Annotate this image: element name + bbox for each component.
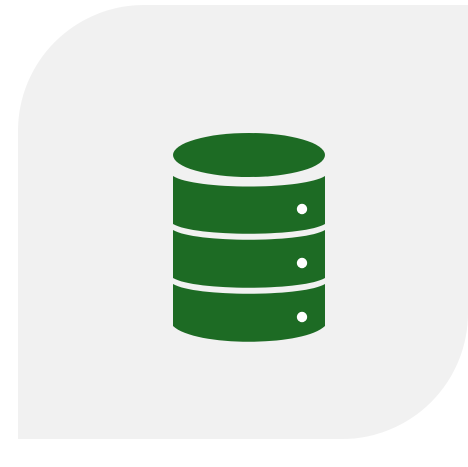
database-icon (171, 133, 327, 345)
database-icon-top-cap (173, 133, 325, 177)
database-app-tile[interactable] (18, 5, 468, 439)
database-icon-light-2 (296, 257, 308, 269)
database-icon-light-1 (296, 203, 308, 215)
database-icon-light-3 (296, 311, 308, 323)
